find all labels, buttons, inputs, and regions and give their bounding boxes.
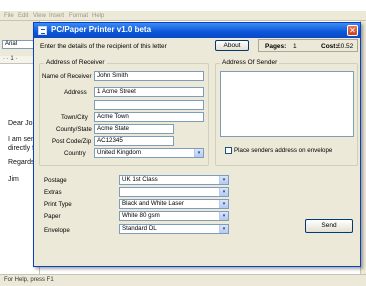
menu-help[interactable]: Help [92,13,104,19]
postcode-label: Post Code/Zip [52,138,92,145]
dialog-titlebar[interactable]: PC/Paper Printer v1.0 beta ✕ [34,23,360,38]
pages-label: Pages: [265,43,287,50]
address-line1-input[interactable]: 1 Acme Street [94,87,204,97]
country-value: United Kingdom [97,149,142,156]
receiver-group-title: Address of Receiver [44,59,107,66]
country-label: Country [64,150,86,157]
print-type-label: Print Type [44,201,72,208]
menu-format[interactable]: Format [69,13,88,19]
receiver-name-input[interactable]: John Smith [94,71,204,81]
chevron-down-icon[interactable]: ▾ [194,149,203,157]
address-label: Address [64,89,87,96]
menu-insert[interactable]: Insert [49,13,64,19]
close-icon[interactable]: ✕ [347,25,358,36]
status-bar: For Help, press F1 [0,274,366,286]
postcode-input[interactable]: AC12345 [94,136,174,146]
document-line: directly f [8,145,35,152]
pages-value: 1 [293,43,297,50]
postage-value: UK 1st Class [122,176,158,183]
address-line2-input[interactable] [94,100,204,110]
background-menubar: File Edit View Insert Format Help [0,11,366,21]
cost-value: £0.52 [337,43,354,50]
send-button[interactable]: Send [305,219,353,233]
town-input[interactable]: Acme Town [94,112,204,122]
chevron-down-icon[interactable]: ▾ [219,212,228,220]
receiver-name-label: Name of Receiver [42,73,92,80]
envelope-select[interactable]: Standard DL ▾ [119,224,229,234]
postage-label: Postage [44,177,67,184]
extras-label: Extras [44,189,62,196]
instruction-text: Enter the details of the recipient of th… [40,43,167,50]
font-name-box[interactable]: Arial [2,40,36,49]
paper-value: White 80 gsm [122,212,160,219]
document-line: I am sen [8,136,35,143]
sender-address-textarea[interactable] [220,71,354,137]
country-select[interactable]: United Kingdom ▾ [94,148,204,158]
menu-view[interactable]: View [33,13,46,19]
paper-select[interactable]: White 80 gsm ▾ [119,211,229,221]
print-type-value: Black and White Laser [122,200,184,207]
county-input[interactable]: Acme State [94,124,174,134]
extras-select[interactable]: ▾ [119,187,229,197]
place-sender-address-label: Place senders address on envelope [234,147,333,154]
about-button[interactable]: About [215,40,249,51]
print-type-select[interactable]: Black and White Laser ▾ [119,199,229,209]
cost-label: Cost: [321,43,338,50]
town-label: Town/City [61,114,88,121]
chevron-down-icon[interactable]: ▾ [219,188,228,196]
document-line: Jim [8,176,19,183]
envelope-label: Envelope [44,227,70,234]
county-label: County/State [56,126,92,133]
chevron-down-icon[interactable]: ▾ [219,200,228,208]
pages-cost-panel: Pages: 1 Cost: £0.52 [258,39,358,52]
place-sender-address-checkbox[interactable] [225,147,232,154]
menu-file[interactable]: File [4,13,14,19]
sender-group-title: Address Of Sender [220,59,280,66]
paper-label: Paper [44,213,61,220]
postage-select[interactable]: UK 1st Class ▾ [119,175,229,185]
dialog-title: PC/Paper Printer v1.0 beta [51,25,152,34]
printer-dialog: PC/Paper Printer v1.0 beta ✕ Enter the d… [33,22,361,267]
envelope-value: Standard DL [122,225,157,232]
chevron-down-icon[interactable]: ▾ [219,176,228,184]
chevron-down-icon[interactable]: ▾ [219,225,228,233]
app-icon [38,26,47,35]
menu-edit[interactable]: Edit [18,13,28,19]
